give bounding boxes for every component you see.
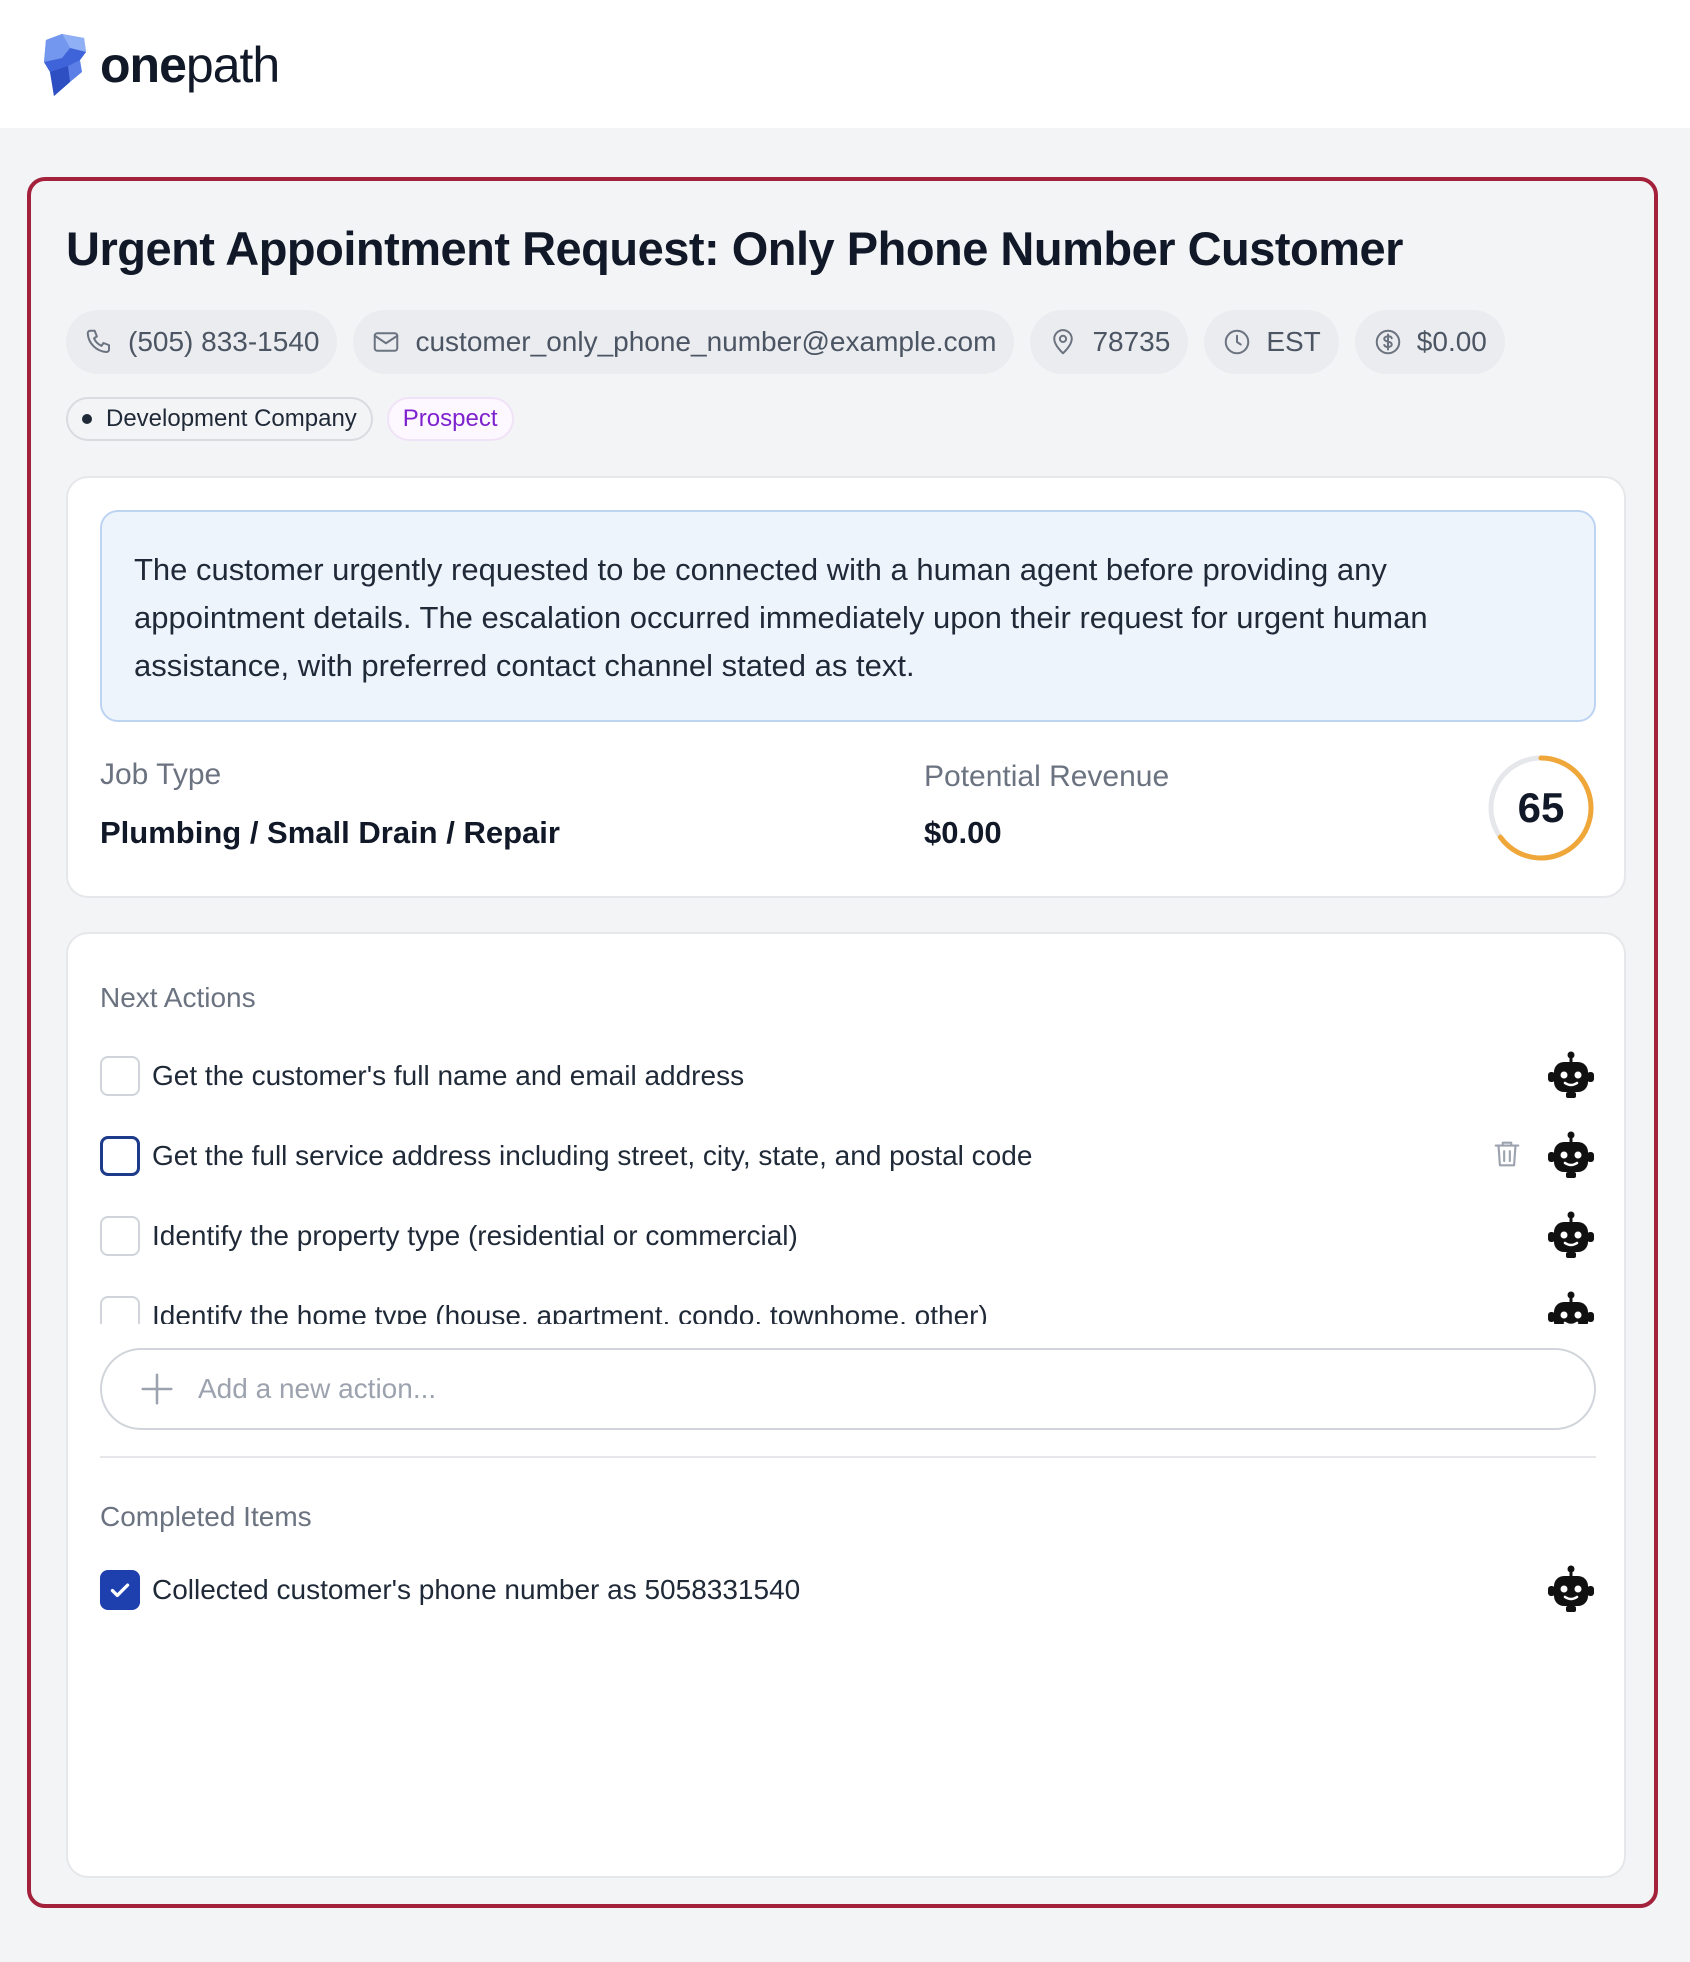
revenue-label: Potential Revenue [924,760,1170,793]
value-chip[interactable]: $0.00 [1354,310,1505,374]
zip-chip[interactable]: 78735 [1030,310,1189,374]
action-item[interactable]: Identify the property type (residential … [100,1211,1596,1258]
lead-title: Urgent Appointment Request: Only Phone N… [66,222,1403,275]
action-checkbox[interactable] [100,1056,140,1096]
email-chip[interactable]: customer_only_phone_number@example.com [353,310,1015,374]
action-text: Get the full service address including s… [152,1140,1033,1171]
plus-icon[interactable] [138,1370,176,1408]
score-value: 65 [1517,784,1565,831]
timezone-chip[interactable]: EST [1204,310,1339,374]
onepath-logo-icon [44,34,86,96]
action-text: Get the customer's full name and email a… [152,1060,745,1091]
robot-icon[interactable] [1546,1130,1596,1180]
trash-icon[interactable] [1490,1137,1524,1171]
add-action-input[interactable] [196,1372,1500,1406]
next-actions-label: Next Actions [100,982,256,1013]
zip-code: 78735 [1092,326,1171,357]
robot-icon[interactable] [1546,1050,1596,1100]
phone-icon [86,329,111,353]
company-name: Development Company [106,405,357,432]
summary-text: The customer urgently requested to be co… [100,510,1596,722]
action-text: Identify the property type (residential … [152,1220,798,1251]
completed-checkbox[interactable] [100,1570,140,1610]
top-bar: onepath [0,0,1690,128]
location-pin-icon [1053,329,1074,355]
completed-items-label: Completed Items [100,1501,312,1532]
timezone: EST [1266,326,1321,357]
company-tag[interactable]: Development Company [66,397,373,441]
action-item[interactable]: Get the customer's full name and email a… [100,1051,1596,1098]
completed-item[interactable]: Collected customer's phone number as 505… [100,1565,1596,1612]
dollar-circle-icon [1375,329,1401,355]
onepath-logo[interactable]: onepath [40,30,280,100]
lead-card: Urgent Appointment Request: Only Phone N… [27,177,1658,1908]
checkmark-icon [110,1583,130,1598]
add-action-field[interactable] [100,1348,1596,1430]
robot-icon[interactable] [1546,1290,1596,1324]
action-checkbox[interactable] [100,1136,140,1176]
action-text: Identify the home type (house, apartment… [152,1300,988,1324]
action-item[interactable]: Get the full service address including s… [100,1131,1596,1178]
job-type-label: Job Type [100,758,222,791]
email-address: customer_only_phone_number@example.com [415,326,997,357]
status-badge[interactable]: Prospect [386,397,514,441]
next-actions-list[interactable]: Get the customer's full name and email a… [68,1034,1628,1324]
company-dot-icon [82,414,92,424]
lead-score-gauge: 65 [1486,753,1596,863]
actions-card: Next Actions Get the customer's full nam… [66,932,1626,1878]
section-divider [100,1456,1596,1458]
completed-text: Collected customer's phone number as 505… [152,1574,801,1605]
phone-chip[interactable]: (505) 833-1540 [66,310,338,374]
robot-icon[interactable] [1546,1564,1596,1614]
contact-chips: (505) 833-1540 customer_only_phone_numbe… [66,310,1505,374]
revenue-value: $0.00 [924,815,1002,850]
phone-number: (505) 833-1540 [128,326,320,357]
mail-icon [374,332,399,352]
action-checkbox[interactable] [100,1296,140,1324]
clock-icon [1225,329,1250,355]
brand-name: onepath [100,37,280,93]
lead-value: $0.00 [1416,326,1487,357]
summary-card: The customer urgently requested to be co… [66,476,1626,898]
robot-icon[interactable] [1546,1210,1596,1260]
job-type-value: Plumbing / Small Drain / Repair [100,815,560,850]
action-item[interactable]: Identify the home type (house, apartment… [100,1291,1596,1324]
action-checkbox[interactable] [100,1216,140,1256]
lead-tags: Development Company Prospect [66,397,514,441]
